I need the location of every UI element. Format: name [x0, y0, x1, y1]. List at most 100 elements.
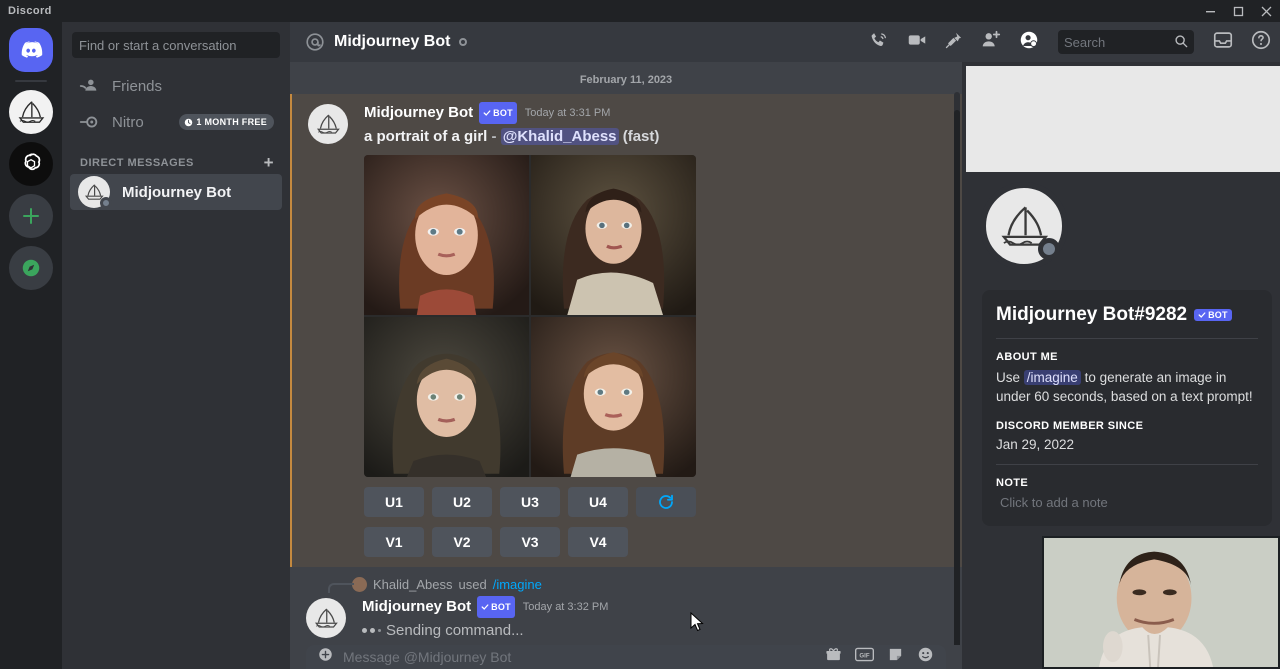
chat-scrollbar-thumb[interactable] — [954, 110, 960, 650]
message-item-highlighted: Midjourney Bot BOT Today at 3:31 PM a po… — [290, 94, 962, 567]
title-bar: Discord — [0, 0, 1280, 22]
message-header: Midjourney Bot BOT Today at 3:31 PM — [364, 102, 946, 124]
reroll-button[interactable] — [636, 487, 696, 517]
note-label: NOTE — [996, 477, 1258, 489]
command-user[interactable]: Khalid_Abess — [373, 577, 453, 592]
start-call-icon[interactable] — [868, 29, 890, 56]
create-dm-button[interactable]: + — [264, 156, 274, 170]
message-author[interactable]: Midjourney Bot — [362, 597, 471, 617]
nitro-promo-badge[interactable]: 1 MONTH FREE — [179, 114, 274, 130]
message-body: Sending command... — [362, 618, 946, 639]
slash-command-chip[interactable]: /imagine — [1024, 370, 1081, 385]
webcam-overlay — [1042, 536, 1280, 669]
message-author[interactable]: Midjourney Bot — [364, 103, 473, 123]
sidebar-item-nitro[interactable]: Nitro 1 MONTH FREE — [70, 104, 282, 140]
upscale-button-u4[interactable]: U4 — [568, 487, 628, 517]
server-rail — [0, 22, 62, 669]
message-input[interactable]: Message @Midjourney Bot GIF — [306, 645, 946, 669]
webcam-video — [1044, 538, 1278, 667]
gif-icon[interactable]: GIF — [855, 647, 874, 667]
profile-username: Midjourney Bot#9282 BOT — [996, 304, 1258, 326]
grid-cell-1[interactable] — [364, 155, 529, 315]
date-divider: February 11, 2023 — [290, 62, 962, 92]
close-button[interactable] — [1252, 0, 1280, 22]
member-since-label: DISCORD MEMBER SINCE — [996, 420, 1258, 432]
bot-tag-label: BOT — [493, 103, 513, 123]
about-me-text: Use /imagine to generate an image in und… — [996, 368, 1258, 406]
variation-button-v1[interactable]: V1 — [364, 527, 424, 557]
message-prompt-text: a portrait of a girl - @Khalid_Abess (fa… — [364, 124, 946, 145]
status-badge: BOT — [1194, 309, 1232, 321]
avatar[interactable] — [308, 104, 348, 144]
command-action: used — [459, 577, 487, 592]
inbox-icon[interactable] — [1212, 29, 1234, 56]
at-icon — [304, 31, 326, 53]
avatar — [78, 176, 110, 208]
profile-username-text: Midjourney Bot#9282 — [996, 304, 1187, 326]
add-friends-icon[interactable] — [980, 29, 1002, 56]
variation-button-v4[interactable]: V4 — [568, 527, 628, 557]
channel-header-actions: Search — [868, 29, 1272, 56]
sailboat-icon — [14, 95, 48, 129]
dm-nav-list: Friends Nitro 1 MONTH FREE — [62, 58, 290, 210]
prompt-dash: - — [492, 128, 497, 145]
about-prefix: Use — [996, 370, 1020, 385]
sidebar-item-discord-home[interactable] — [9, 28, 53, 72]
prompt-mode-suffix: (fast) — [623, 128, 660, 145]
sidebar-item-add-server[interactable] — [9, 194, 53, 238]
upscale-button-u3[interactable]: U3 — [500, 487, 560, 517]
sidebar-item-explore-servers[interactable] — [9, 246, 53, 290]
attach-plus-icon[interactable] — [318, 647, 333, 667]
find-conversation-input[interactable]: Find or start a conversation — [72, 32, 280, 58]
rail-separator — [15, 80, 47, 82]
gift-icon[interactable] — [825, 646, 842, 668]
variation-button-v2[interactable]: V2 — [432, 527, 492, 557]
message-item-pending: Khalid_Abess used /imagine Midjourney Bo… — [290, 567, 962, 639]
pinned-messages-icon[interactable] — [944, 30, 964, 55]
avatar[interactable] — [980, 182, 1068, 270]
search-placeholder: Search — [1064, 35, 1105, 50]
status-badge — [100, 197, 112, 209]
grid-cell-2[interactable] — [531, 155, 696, 315]
variation-button-row: V1 V2 V3 V4 — [364, 527, 946, 557]
avatar[interactable] — [306, 598, 346, 638]
page-title: Midjourney Bot — [334, 33, 450, 51]
sidebar-item-friends[interactable]: Friends — [70, 68, 282, 104]
maximize-button[interactable] — [1224, 0, 1252, 22]
avatar — [352, 577, 367, 592]
upscale-button-row: U1 U2 U3 U4 — [364, 487, 946, 517]
note-input[interactable]: Click to add a note — [996, 495, 1258, 510]
generated-image-grid[interactable] — [364, 155, 696, 477]
sticker-icon[interactable] — [887, 646, 904, 668]
upscale-button-u1[interactable]: U1 — [364, 487, 424, 517]
profile-banner — [966, 66, 1280, 172]
user-mention[interactable]: @Khalid_Abess — [501, 128, 619, 145]
grid-cell-4[interactable] — [531, 317, 696, 477]
message-list[interactable]: February 11, 2023 Midjourney Bot — [290, 62, 962, 669]
video-call-icon[interactable] — [906, 29, 928, 56]
user-profile-icon[interactable] — [1018, 29, 1040, 56]
svg-text:GIF: GIF — [859, 653, 869, 660]
slash-command-link[interactable]: /imagine — [493, 577, 542, 592]
refresh-icon — [657, 493, 675, 511]
message-timestamp: Today at 3:31 PM — [525, 103, 611, 123]
sidebar-item-openai-server[interactable] — [9, 142, 53, 186]
status-badge — [1038, 238, 1060, 260]
status-badge — [459, 38, 467, 46]
emoji-icon[interactable] — [917, 646, 934, 668]
grid-cell-3[interactable] — [364, 317, 529, 477]
chat-scrollbar[interactable] — [954, 92, 960, 652]
sidebar-item-label: Nitro — [112, 114, 144, 131]
minimize-button[interactable] — [1196, 0, 1224, 22]
clock-icon — [184, 118, 193, 127]
compass-icon — [20, 257, 42, 279]
help-icon[interactable] — [1250, 29, 1272, 56]
sidebar-item-midjourney-server[interactable] — [9, 90, 53, 134]
dm-sidebar: Find or start a conversation Friends Nit… — [62, 22, 290, 669]
variation-button-v3[interactable]: V3 — [500, 527, 560, 557]
message-timestamp: Today at 3:32 PM — [523, 597, 609, 617]
sidebar-item-midjourney-bot[interactable]: Midjourney Bot — [70, 174, 282, 210]
upscale-button-u2[interactable]: U2 — [432, 487, 492, 517]
find-conversation-placeholder: Find or start a conversation — [79, 38, 237, 53]
search-input[interactable]: Search — [1058, 30, 1194, 54]
